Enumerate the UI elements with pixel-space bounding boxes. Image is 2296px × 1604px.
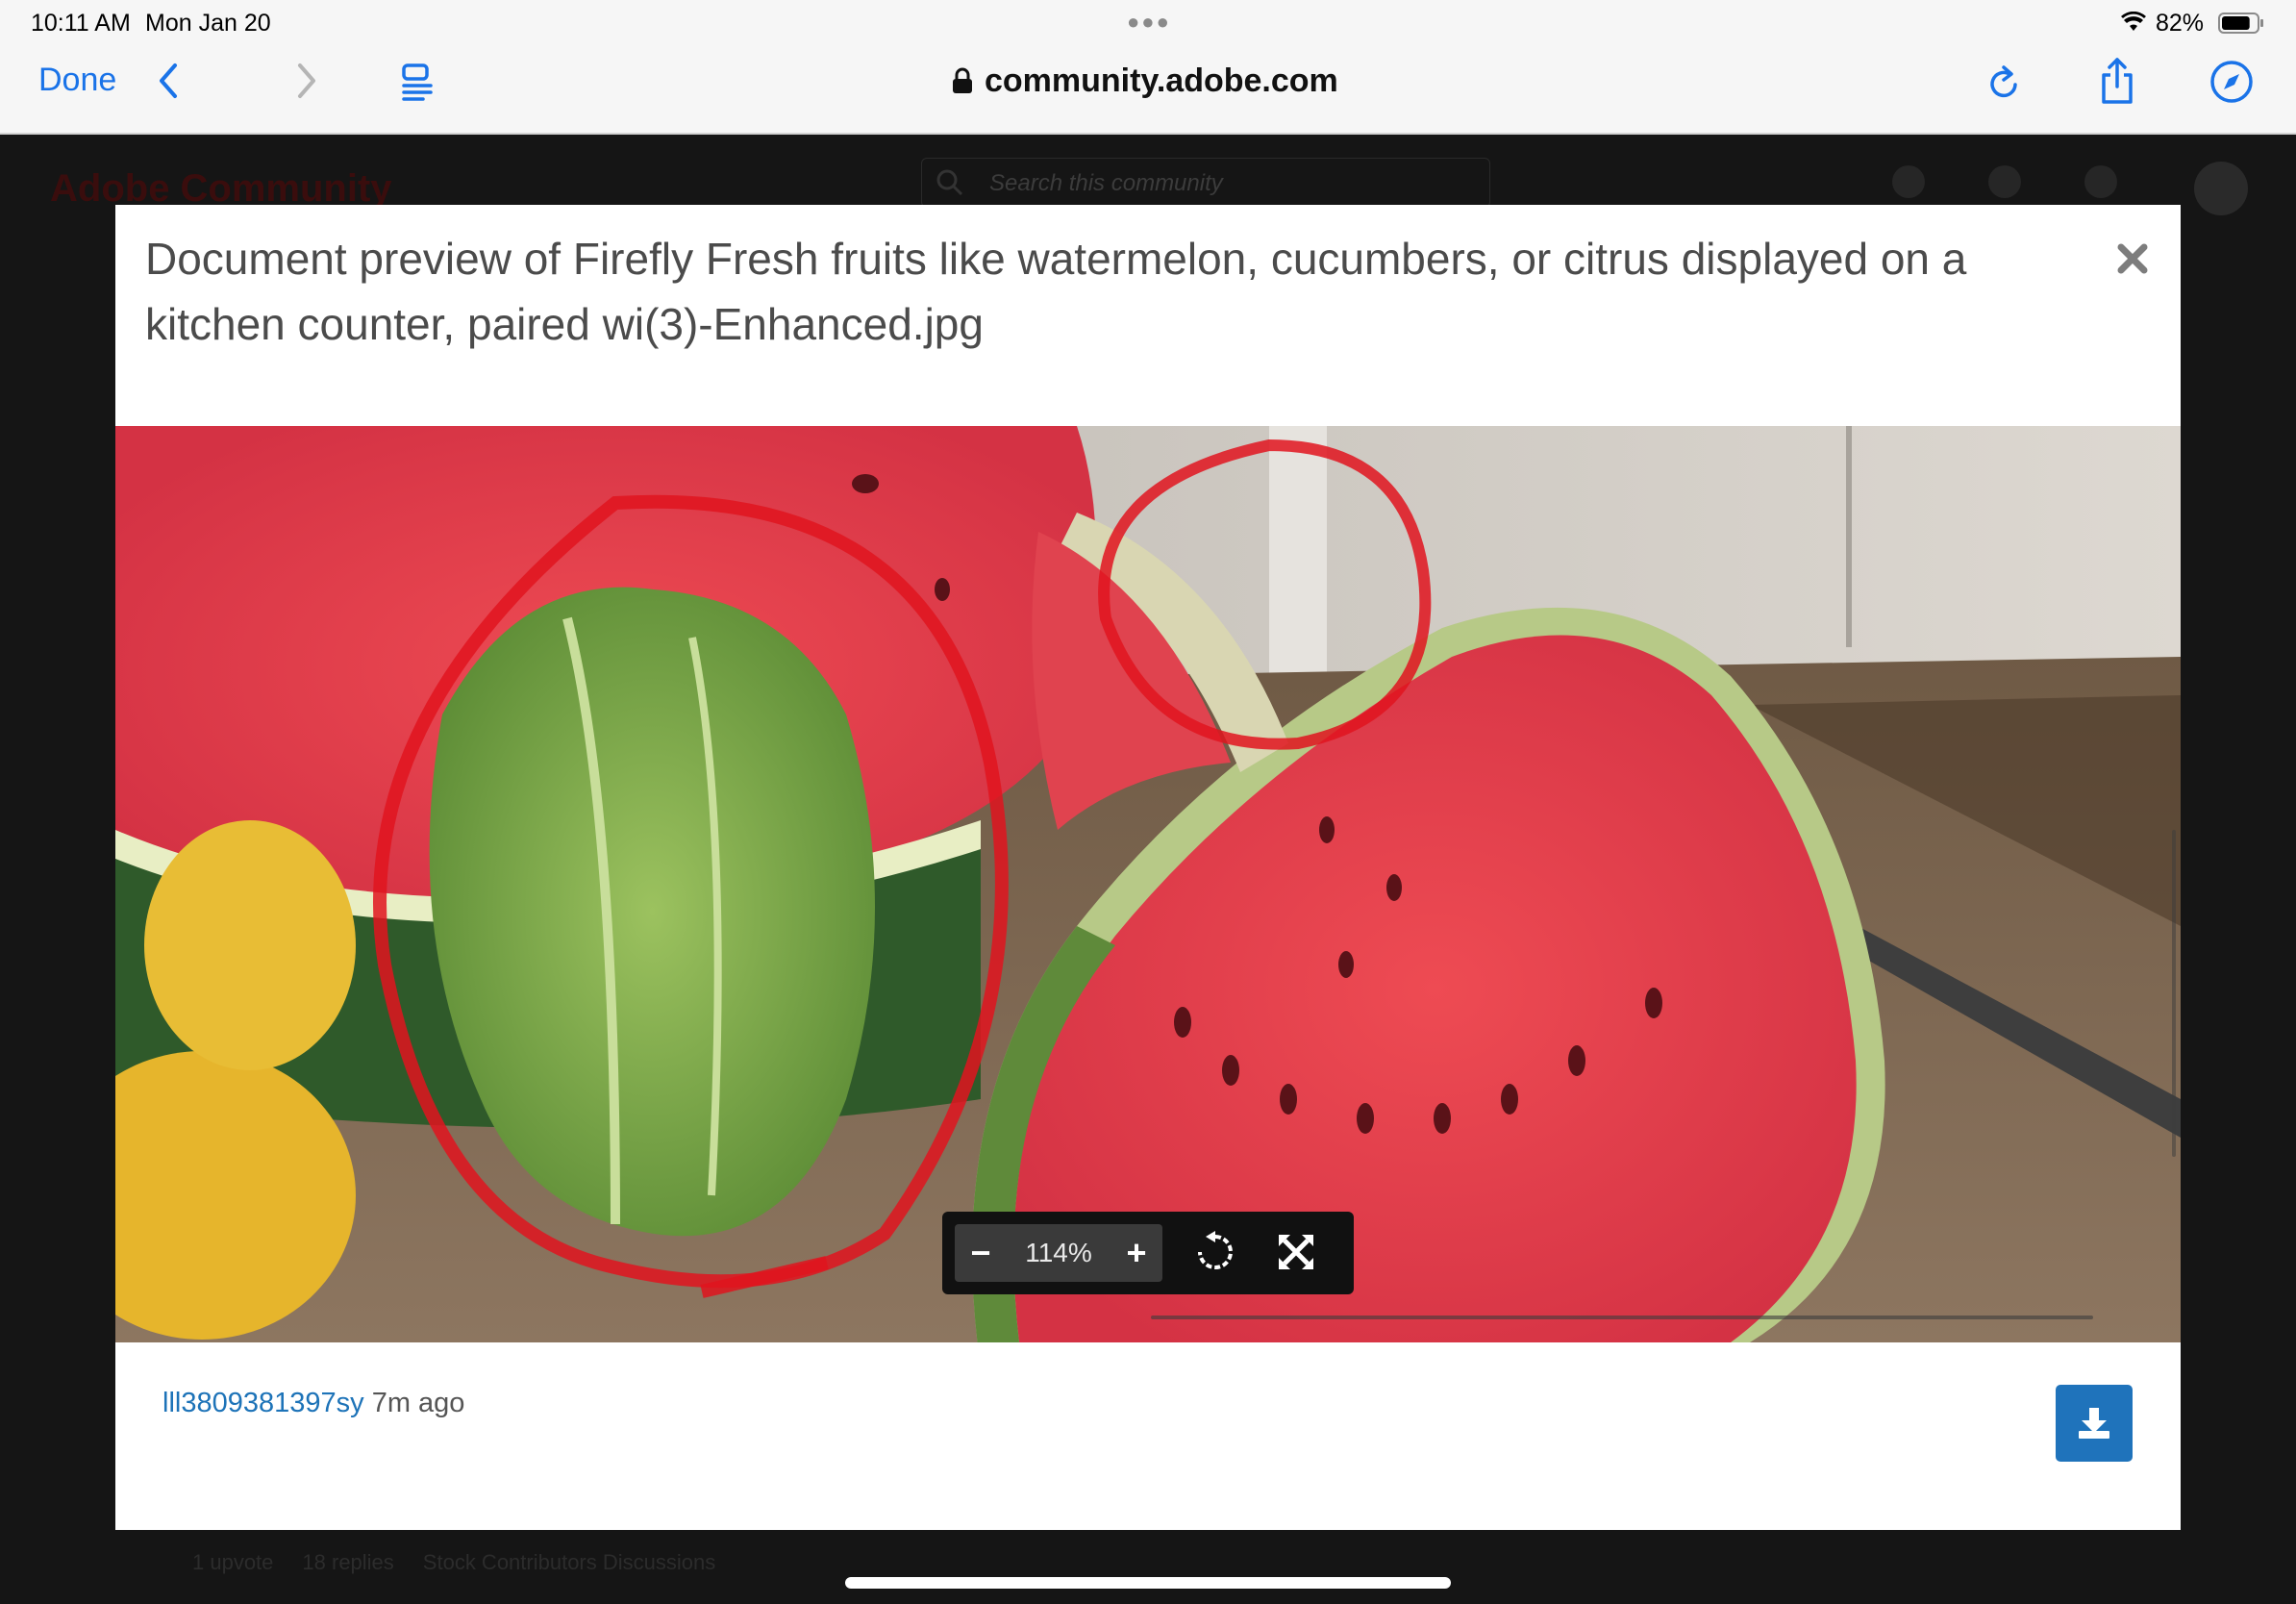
share-icon[interactable] — [2098, 56, 2136, 106]
status-bar: 10:11 AM Mon Jan 20 ●●● 82% — [0, 0, 2296, 44]
post-time: 7m ago — [371, 1388, 465, 1418]
document-preview-modal: Document preview of Firefly Fresh fruits… — [115, 205, 2181, 1530]
author-line: lll3809381397sy 7m ago — [162, 1388, 464, 1419]
browser-toolbar: Done community.adobe.com — [0, 44, 2296, 135]
author-link[interactable]: lll3809381397sy — [162, 1388, 364, 1418]
background-post-meta: 1 upvote 18 replies Stock Contributors D… — [192, 1550, 715, 1575]
close-icon[interactable] — [2113, 239, 2152, 278]
zoom-in-button[interactable]: + — [1111, 1233, 1162, 1273]
wifi-icon — [2121, 12, 2146, 31]
avatar — [2194, 162, 2248, 215]
globe-icon — [1892, 165, 1925, 198]
download-icon — [2079, 1408, 2109, 1439]
back-icon[interactable] — [152, 60, 187, 102]
done-button[interactable]: Done — [38, 62, 116, 99]
image-viewer[interactable] — [115, 426, 2181, 1342]
zoom-level: 114% — [1025, 1238, 1092, 1267]
reader-icon[interactable] — [398, 62, 437, 102]
background-search-box: Search this community — [921, 158, 1490, 208]
background-search-placeholder: Search this community — [989, 170, 1223, 196]
home-indicator[interactable] — [845, 1577, 1451, 1589]
reload-icon[interactable] — [1984, 62, 2023, 104]
zoom-out-button[interactable]: − — [955, 1233, 1007, 1273]
meta-replies: 18 replies — [302, 1550, 394, 1574]
meta-category: Stock Contributors Discussions — [422, 1550, 716, 1574]
vertical-scrollbar[interactable] — [2172, 830, 2176, 1157]
download-button[interactable] — [2056, 1385, 2133, 1462]
preview-image — [115, 426, 2181, 1342]
zoom-toolbar: − 114% + — [942, 1212, 1354, 1294]
modal-title-container: Document preview of Firefly Fresh fruits… — [145, 226, 2059, 351]
search-icon — [936, 169, 963, 196]
notification-icon — [2084, 165, 2117, 198]
address-bar[interactable]: community.adobe.com — [952, 60, 1338, 102]
modal-title: Document preview of Firefly Fresh fruits… — [145, 234, 1967, 349]
mail-icon — [1988, 165, 2021, 198]
status-time: 10:11 AM — [31, 10, 131, 37]
meta-upvotes: 1 upvote — [192, 1550, 274, 1574]
battery-icon — [2218, 13, 2263, 34]
rotate-icon[interactable] — [1192, 1229, 1238, 1275]
lock-icon — [953, 67, 972, 93]
url-text: community.adobe.com — [985, 62, 1338, 99]
horizontal-scrollbar[interactable] — [1151, 1316, 2093, 1319]
battery-percent: 82% — [2156, 10, 2205, 37]
multitasking-dots-icon[interactable]: ●●● — [1127, 10, 1171, 35]
status-date: Mon Jan 20 — [145, 10, 271, 37]
forward-icon[interactable] — [288, 60, 323, 102]
expand-icon[interactable] — [1275, 1231, 1317, 1273]
zoom-controls: − 114% + — [955, 1224, 1162, 1282]
compass-icon[interactable] — [2209, 60, 2254, 104]
